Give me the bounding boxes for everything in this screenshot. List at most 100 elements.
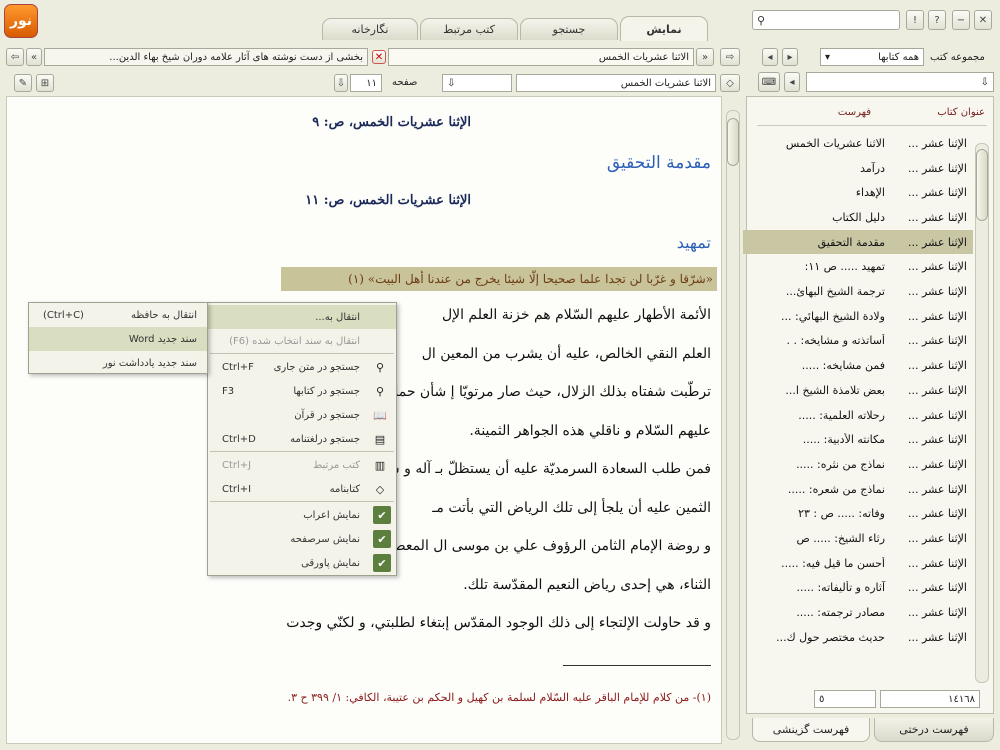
close-button[interactable]: ✕ <box>974 10 992 30</box>
toc-row[interactable]: الإثنا عشر ... ترجمة الشيخ البهائ... <box>743 279 973 304</box>
footnote: (١)- من كلام للإمام الباقر عليه السّلام … <box>287 691 711 704</box>
magnifier-icon: ⚲ <box>375 360 385 374</box>
row-toc-entry: آثاره و تأليفاته: ..... <box>796 581 886 595</box>
toc-row[interactable]: الإثنا عشر ... درآمد <box>743 156 973 181</box>
toc-row[interactable]: الإثنا عشر ... ولادة الشيخ البهائي: ... <box>743 304 973 329</box>
paragraph-line: الأئمة الأطهار عليهم السّلام هم خزنة الع… <box>441 307 711 323</box>
book-select[interactable]: الاثنا عشريات الخمس <box>516 74 716 92</box>
doc-scroll-right-button[interactable]: » <box>696 48 714 66</box>
page-down-button[interactable]: ⇩ <box>334 74 348 92</box>
tools-button[interactable]: ✎ <box>14 74 32 92</box>
book-groups-select[interactable]: همه کتابها ▾ <box>820 48 924 66</box>
submenu-item[interactable]: سند جدید یادداشت نور <box>29 351 207 375</box>
row-toc-entry: الإهداء <box>855 186 885 200</box>
menu-item-shortcut: Ctrl+D <box>222 433 256 445</box>
quick-search-input[interactable]: ⚲ <box>752 10 900 30</box>
menu-item[interactable]: ✔ نمایش پاورقی <box>208 551 396 575</box>
context-submenu[interactable]: انتقال به حافظه (Ctrl+C) سند جدید Word سند … <box>28 302 208 374</box>
row-toc-entry: حديث مختصر حول ك... <box>776 630 885 644</box>
book-filter-input[interactable]: ⇩ <box>806 72 994 92</box>
toc-row[interactable]: الإثنا عشر ... أحسن ما قيل فيه: ..... <box>743 551 973 576</box>
tab-gallery[interactable]: نگارخانه <box>322 18 418 40</box>
menu-item-shortcut: Ctrl+J <box>222 459 252 471</box>
menu-item-shortcut: F3 <box>222 385 235 397</box>
minimize-button[interactable]: − <box>952 10 970 30</box>
doc-scrollbar-thumb[interactable] <box>727 118 739 166</box>
row-toc-entry: مصادر ترجمته: ..... <box>796 606 885 620</box>
submenu-item-label: سند جدید Word <box>128 333 197 345</box>
list-divider <box>757 125 987 126</box>
page-number-input[interactable]: ١١ <box>350 74 382 92</box>
menu-item-label: نمایش سرصفحه <box>290 533 360 545</box>
close-doc-tab-button[interactable]: ✕ <box>372 50 386 64</box>
toc-row[interactable]: الإثنا عشر ... فمن مشايخه: ..... <box>743 353 973 378</box>
toc-row[interactable]: الإثنا عشر ... مصادر ترجمته: ..... <box>743 600 973 625</box>
col-header-toc[interactable]: فهرست <box>838 107 871 118</box>
toc-row[interactable]: الإثنا عشر ... حديث مختصر حول ك... <box>743 625 973 650</box>
row-book-title: الإثنا عشر ... <box>908 383 967 397</box>
row-toc-entry: رحلاته العلمية: ..... <box>798 408 885 422</box>
toc-row[interactable]: الإثنا عشر ... وفاته: ..... ص : ٢٣ <box>743 502 973 527</box>
toc-row[interactable]: الإثنا عشر ... مقدمة التحقيق <box>743 229 973 255</box>
forward-arrow-button[interactable]: ▸ <box>782 48 798 66</box>
toc-row[interactable]: الإثنا عشر ... آثاره و تأليفاته: ..... <box>743 576 973 601</box>
nav-back-button[interactable]: ⇦ <box>6 48 24 66</box>
submenu-item[interactable]: انتقال به حافظه (Ctrl+C) <box>29 303 207 327</box>
help-button[interactable]: ? <box>928 10 946 30</box>
filter-arrow-button[interactable]: ◂ <box>784 72 800 92</box>
toc-row[interactable]: الإثنا عشر ... رثاء الشيخ: ..... ص <box>743 526 973 551</box>
book-toc-list[interactable]: عنوان كتاب فهرست الإثنا عشر ... الاثنا عش… <box>743 96 994 714</box>
submenu-item[interactable]: سند جدید Word <box>29 327 207 351</box>
tab-selective-index[interactable]: فهرست گزینشی <box>752 718 870 742</box>
nav-forward-button[interactable]: ⇨ <box>720 48 740 66</box>
menu-item[interactable]: ✔ نمایش سرصفحه <box>208 527 396 551</box>
keyboard-button[interactable]: ⌨ <box>758 72 780 92</box>
info-button[interactable]: ! <box>906 10 924 30</box>
toc-row[interactable]: الإثنا عشر ... بعض تلامذة الشيخ ا... <box>743 378 973 403</box>
context-menu[interactable]: انتقال به... انتقال به سند انتخاب شده (F6… <box>207 302 397 576</box>
menu-item[interactable]: ▤ جستجو درلغتنامه Ctrl+D <box>208 427 396 451</box>
menu-item[interactable]: ✔ نمایش اعراب <box>208 503 396 527</box>
row-toc-entry: فمن مشايخه: ..... <box>801 359 885 373</box>
toc-row[interactable]: الإثنا عشر ... تمهيد ..... ص ١١: <box>743 255 973 280</box>
menu-item[interactable]: انتقال به... <box>208 305 396 329</box>
row-book-title: الإثنا عشر ... <box>908 433 967 447</box>
toc-row[interactable]: الإثنا عشر ... دليل الكتاب <box>743 205 973 230</box>
list-scrollbar-thumb[interactable] <box>976 149 988 221</box>
tab-search[interactable]: جستجو <box>520 18 618 40</box>
toc-row[interactable]: الإثنا عشر ... نماذج من شعره: ..... <box>743 477 973 502</box>
arrow-icon <box>369 307 391 327</box>
row-toc-entry: رثاء الشيخ: ..... ص <box>796 532 885 546</box>
toc-row[interactable]: الإثنا عشر ... الإهداء <box>743 180 973 205</box>
list-scrollbar[interactable] <box>975 143 989 683</box>
menu-item[interactable]: ◇ کتابنامه Ctrl+I <box>208 477 396 501</box>
menu-item[interactable]: 📖 جستجو در قرآن <box>208 403 396 427</box>
menu-item-label: کتب مرتبط <box>313 459 360 471</box>
back-arrow-button[interactable]: ◂ <box>762 48 778 66</box>
page-select[interactable]: ⇩ <box>442 74 512 92</box>
menu-item[interactable]: انتقال به سند انتخاب شده (F6) <box>208 329 396 353</box>
doc-tab-title[interactable]: الاثنا عشريات الخمس <box>388 48 694 66</box>
paragraph-line: الثناء، هي إحدى رياض النعيم المقدّسة تلك… <box>463 576 711 593</box>
tab-tree-index[interactable]: فهرست درختی <box>874 718 994 742</box>
toc-row[interactable]: الإثنا عشر ... نماذج من نثره: ..... <box>743 452 973 477</box>
bookmark-icon: ◇ <box>375 482 385 496</box>
row-toc-entry: أحسن ما قيل فيه: ..... <box>781 556 885 570</box>
toc-row[interactable]: الإثنا عشر ... رحلاته العلمية: ..... <box>743 403 973 428</box>
toc-row[interactable]: الإثنا عشر ... مكانته الأدبية: ..... <box>743 427 973 452</box>
col-header-book-title[interactable]: عنوان كتاب <box>937 107 985 118</box>
toc-row[interactable]: الإثنا عشر ... الاثنا عشريات الخمس <box>743 131 973 156</box>
doc-scrollbar-track[interactable] <box>726 110 740 740</box>
tab-display[interactable]: نمایش <box>620 16 708 41</box>
tag-button[interactable]: ◇ <box>720 74 740 92</box>
menu-item[interactable]: ⚲ جستجو در کتابها F3 <box>208 379 396 403</box>
breadcrumb[interactable]: بخشی از دست نوشته های آثار علامه دوران ش… <box>44 48 368 66</box>
toc-row[interactable]: الإثنا عشر ... أساتذته و مشايخه: . . <box>743 329 973 354</box>
page-label: صفحه <box>392 77 418 88</box>
settings-button[interactable]: ⊞ <box>36 74 54 92</box>
menu-item[interactable]: ▥ کتب مرتبط Ctrl+J <box>208 453 396 477</box>
menu-item[interactable]: ⚲ جستجو در متن جاری Ctrl+F <box>208 355 396 379</box>
tab-related-books[interactable]: کتب مرتبط <box>420 18 518 40</box>
doc-scroll-left-button[interactable]: « <box>26 48 42 66</box>
footnote-separator <box>563 665 711 666</box>
